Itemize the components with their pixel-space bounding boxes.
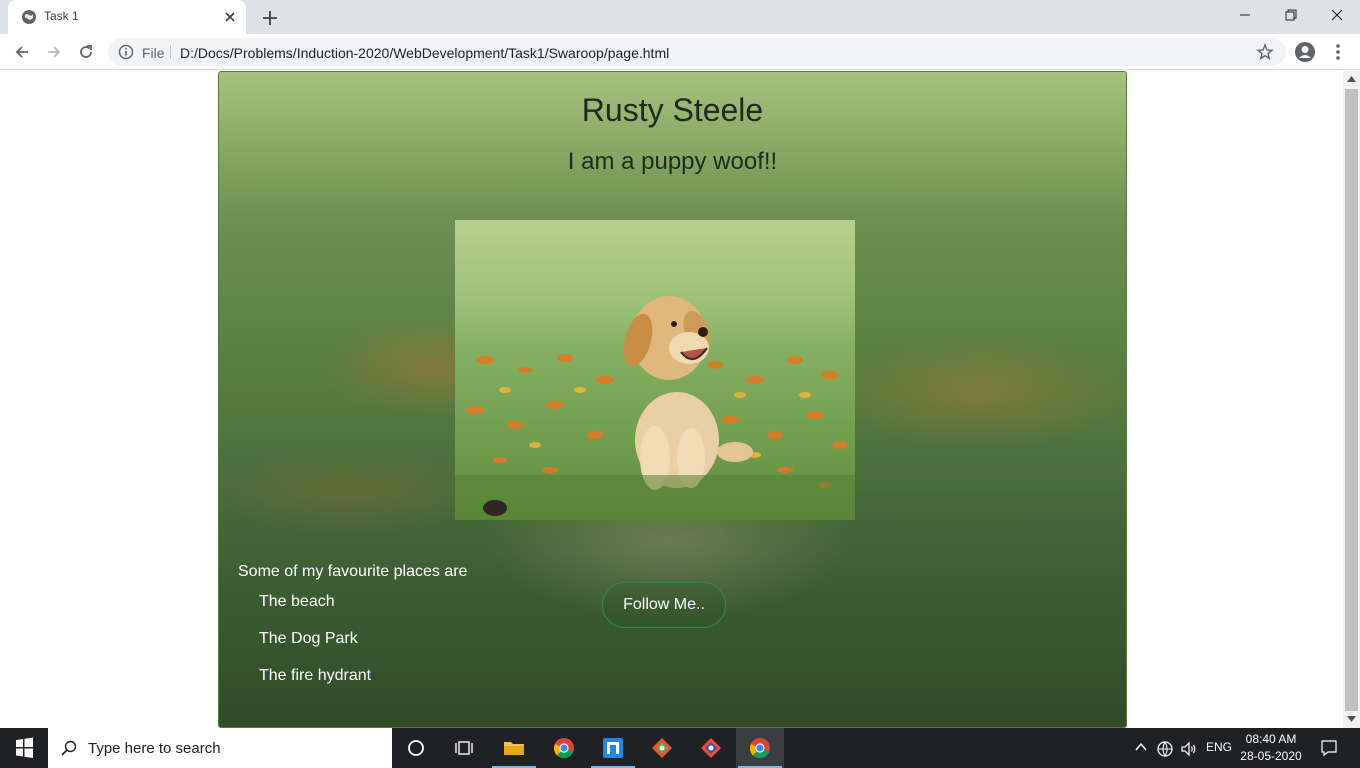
language-indicator[interactable]: ENG [1206,740,1232,754]
scheme-label: File [142,45,165,61]
back-button[interactable] [8,38,36,66]
browser-toolbar: File D:/Docs/Problems/Induction-2020/Web… [0,34,1360,70]
list-item: The Dog Park [259,630,358,647]
url-text[interactable]: D:/Docs/Problems/Induction-2020/WebDevel… [180,45,669,61]
back-arrow-icon [15,46,28,58]
clock-date: 28-05-2020 [1240,749,1302,763]
forward-arrow-icon [48,46,61,58]
places-intro: Some of my favourite places are [238,563,468,580]
start-button[interactable] [0,728,48,768]
windows-taskbar: Type here to search ENG 08:40 AM 28-05-2… [0,728,1360,768]
tab-title: Task 1 [44,9,79,23]
puppy-image [455,220,855,520]
follow-button[interactable]: Follow Me.. [602,582,726,628]
scrollbar-thumb[interactable] [1345,89,1358,711]
notification-icon[interactable] [1320,739,1338,757]
tab-strip: Task 1 [0,0,1360,34]
app-button[interactable] [589,728,637,768]
page-subtitle: I am a puppy woof!! [567,148,778,175]
reload-icon [80,45,92,58]
chrome-icon [554,738,574,759]
address-bar[interactable]: File D:/Docs/Problems/Induction-2020/Web… [108,38,1286,66]
chevron-up-icon[interactable] [1134,740,1148,754]
globe-icon [22,10,36,24]
volume-icon[interactable] [1180,740,1198,758]
cortana-icon [408,740,424,756]
app-icon [603,738,623,758]
windows-logo-icon [16,737,33,758]
git-button[interactable] [638,728,686,768]
bookmark-star-icon[interactable] [1256,43,1274,61]
git-icon [701,738,721,758]
git-button-2[interactable] [687,728,735,768]
chrome-active-button[interactable] [736,728,784,768]
file-explorer-icon [504,742,524,755]
puppy-photo [455,220,855,520]
task-view-button[interactable] [440,728,488,768]
git-icon [652,738,672,758]
task-view-icon [455,741,473,755]
network-icon[interactable] [1156,740,1174,758]
search-icon [61,740,77,756]
taskbar-search[interactable]: Type here to search [48,728,392,768]
page-scrollbar[interactable] [1343,71,1360,728]
separator [170,45,171,59]
forward-button[interactable] [40,38,68,66]
close-tab-icon[interactable] [220,7,240,27]
file-explorer-button[interactable] [490,728,538,768]
scroll-down-icon[interactable] [1347,716,1356,722]
clock[interactable]: 08:40 AM 28-05-2020 [1240,731,1302,765]
restore-icon [1285,9,1297,21]
close-window-button[interactable] [1314,0,1360,30]
reload-button[interactable] [72,38,100,66]
menu-kebab-icon[interactable] [1330,41,1346,63]
close-icon [1331,9,1343,21]
clock-time: 08:40 AM [1245,732,1297,746]
info-icon[interactable] [118,44,134,60]
list-item: The fire hydrant [259,667,372,684]
page-viewport: Rusty Steele I am a puppy woof!! Some of… [0,71,1343,728]
list-item: The beach [259,593,335,610]
cortana-button[interactable] [392,728,440,768]
restore-button[interactable] [1268,0,1314,30]
scroll-up-icon[interactable] [1347,76,1356,82]
chrome-icon [750,738,770,759]
profile-avatar-icon[interactable] [1294,41,1316,63]
minimize-icon [1240,14,1250,16]
chrome-button[interactable] [540,728,588,768]
browser-tab[interactable]: Task 1 [8,0,246,34]
profile-card: Rusty Steele I am a puppy woof!! Some of… [218,71,1127,728]
search-placeholder: Type here to search [88,740,221,757]
page-title: Rusty Steele [581,92,764,128]
minimize-button[interactable] [1222,0,1268,30]
new-tab-icon[interactable] [258,6,282,30]
